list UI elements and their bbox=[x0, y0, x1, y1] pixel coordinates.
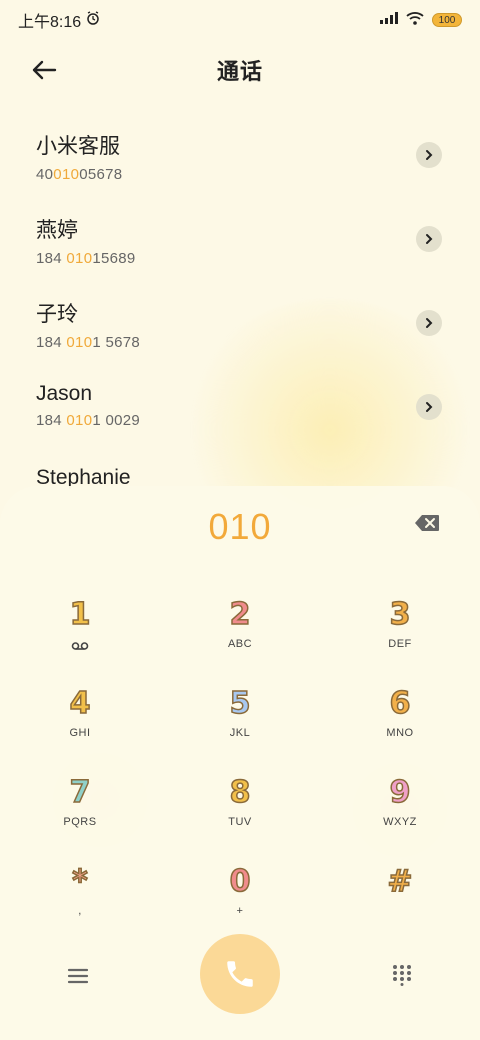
key-digit: 5 bbox=[229, 685, 251, 722]
dialer-bottom-bar bbox=[0, 934, 480, 1014]
status-left: 上午8:16 bbox=[18, 8, 101, 32]
key-digit: 9 bbox=[389, 774, 411, 811]
page-title: 通话 bbox=[216, 59, 263, 84]
wifi-icon bbox=[406, 11, 424, 30]
contact-name: 小米客服 bbox=[36, 135, 120, 158]
key-8[interactable]: 8 TUV bbox=[180, 774, 300, 854]
key-9[interactable]: 9 WXYZ bbox=[340, 774, 460, 854]
voicemail-icon bbox=[71, 638, 89, 656]
list-item[interactable]: 燕婷 184 01015689 bbox=[0, 200, 480, 284]
status-right: 100 bbox=[380, 11, 462, 30]
key-star[interactable]: * , bbox=[20, 863, 140, 943]
key-digit: 1 bbox=[69, 596, 91, 633]
battery-icon: 100 bbox=[432, 13, 462, 27]
status-bar: 上午8:16 100 bbox=[0, 0, 480, 40]
contact-name: Jason bbox=[36, 382, 93, 405]
chevron-right-icon bbox=[426, 234, 433, 244]
key-digit: * bbox=[71, 863, 88, 900]
header: 通话 bbox=[0, 48, 480, 92]
key-hash[interactable]: # bbox=[340, 863, 460, 943]
chevron-right-icon bbox=[426, 402, 433, 412]
key-letters: MNO bbox=[386, 727, 414, 739]
key-digit: 8 bbox=[229, 774, 251, 811]
menu-button[interactable] bbox=[66, 966, 90, 986]
menu-icon bbox=[67, 968, 89, 984]
dialed-number: 010 bbox=[208, 506, 272, 547]
key-letters: JKL bbox=[229, 727, 251, 739]
contact-detail-button[interactable] bbox=[416, 310, 442, 336]
keypad-toggle-button[interactable] bbox=[392, 964, 412, 986]
contact-number: 184 01015689 bbox=[36, 250, 136, 267]
key-digit: 4 bbox=[69, 685, 91, 722]
key-letters: TUV bbox=[228, 816, 252, 828]
list-item[interactable]: 子玲 184 0101 5678 bbox=[0, 284, 480, 368]
key-letters: + bbox=[236, 905, 244, 917]
phone-icon bbox=[227, 961, 253, 987]
key-0[interactable]: 0 + bbox=[180, 863, 300, 943]
contact-detail-button[interactable] bbox=[416, 142, 442, 168]
key-digit: 2 bbox=[229, 596, 251, 633]
contact-results-list: 小米客服 4001005678 燕婷 184 01015689 子玲 184 0… bbox=[0, 116, 480, 496]
key-4[interactable]: 4 GHI bbox=[20, 685, 140, 765]
status-time: 上午8:16 bbox=[18, 14, 82, 31]
back-button[interactable] bbox=[28, 54, 60, 86]
contact-detail-button[interactable] bbox=[416, 394, 442, 420]
key-letters: WXYZ bbox=[383, 816, 417, 828]
key-digit: 3 bbox=[389, 596, 411, 633]
chevron-right-icon bbox=[426, 150, 433, 160]
key-letters: ABC bbox=[227, 638, 253, 650]
contact-number: 4001005678 bbox=[36, 166, 123, 183]
list-item[interactable]: 小米客服 4001005678 bbox=[0, 116, 480, 200]
key-3[interactable]: 3 DEF bbox=[340, 596, 460, 676]
contact-name: 燕婷 bbox=[36, 219, 78, 242]
key-digit: 7 bbox=[69, 774, 91, 811]
key-1[interactable]: 1 bbox=[20, 596, 140, 676]
contact-detail-button[interactable] bbox=[416, 226, 442, 252]
call-button[interactable] bbox=[200, 934, 280, 1014]
key-letters: GHI bbox=[69, 727, 91, 739]
key-6[interactable]: 6 MNO bbox=[340, 685, 460, 765]
chevron-right-icon bbox=[426, 318, 433, 328]
key-letters: DEF bbox=[388, 638, 412, 650]
key-5[interactable]: 5 JKL bbox=[180, 685, 300, 765]
backspace-button[interactable] bbox=[414, 514, 440, 534]
dialpad-icon bbox=[393, 965, 411, 986]
key-digit: # bbox=[387, 863, 414, 900]
key-7[interactable]: 7 PQRS bbox=[20, 774, 140, 854]
arrow-left-icon bbox=[32, 60, 57, 80]
signal-icon bbox=[380, 11, 398, 29]
key-2[interactable]: 2 ABC bbox=[180, 596, 300, 676]
contact-number: 184 0101 0029 bbox=[36, 412, 141, 429]
backspace-icon bbox=[415, 515, 439, 531]
key-digit: 6 bbox=[389, 685, 411, 722]
key-letters: , bbox=[78, 905, 82, 917]
list-item[interactable]: Jason 184 0101 0029 bbox=[0, 368, 480, 452]
contact-number: 184 0101 5678 bbox=[36, 334, 141, 351]
key-letters: PQRS bbox=[63, 816, 97, 828]
dialer-panel: 010 1 2 ABC 3 DEF 4 GHI 5 JKL 6 MNO 7 PQ… bbox=[0, 486, 480, 1040]
key-digit: 0 bbox=[229, 863, 251, 900]
alarm-icon bbox=[85, 10, 101, 31]
contact-name: 子玲 bbox=[36, 303, 78, 326]
